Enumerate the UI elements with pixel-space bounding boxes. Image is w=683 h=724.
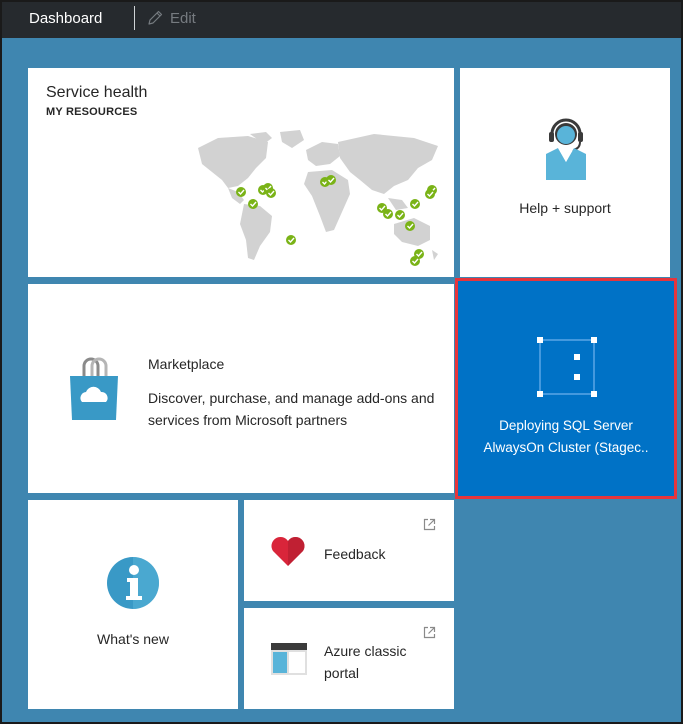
whats-new-label: What's new — [97, 631, 169, 647]
portal-window-icon — [271, 643, 307, 675]
service-health-title: Service health — [46, 84, 148, 101]
deployment-tile[interactable]: Deploying SQL Server AlwaysOn Cluster (S… — [455, 278, 677, 499]
service-health-tile[interactable]: Service health MY RESOURCES — [28, 68, 454, 277]
dashboard-title: Dashboard — [29, 10, 103, 27]
edit-button[interactable]: Edit — [146, 6, 196, 30]
deployment-label-line2: AlwaysOn Cluster (Stagec.. — [483, 440, 649, 455]
check-circle-icon — [405, 221, 415, 231]
help-support-label: Help + support — [519, 200, 611, 216]
external-link-icon — [423, 518, 436, 531]
check-circle-icon — [326, 175, 336, 185]
check-circle-icon — [248, 199, 258, 209]
classic-portal-label-line2: portal — [324, 665, 360, 681]
deployment-progress-icon — [537, 337, 597, 397]
support-agent-icon — [546, 118, 586, 180]
marketplace-title: Marketplace — [148, 356, 225, 372]
whats-new-tile[interactable]: What's new — [28, 500, 238, 709]
check-circle-icon — [236, 187, 246, 197]
feedback-label: Feedback — [324, 546, 386, 562]
edit-label: Edit — [170, 9, 196, 27]
check-circle-icon — [383, 209, 393, 219]
external-link-icon — [423, 626, 436, 639]
shopping-bag-cloud-icon — [70, 357, 118, 420]
dashboard-frame: Dashboard Edit Service health MY RESOURC… — [0, 0, 683, 724]
info-icon — [107, 557, 159, 609]
check-circle-icon — [395, 210, 405, 220]
classic-portal-tile[interactable]: Azure classic portal — [244, 608, 454, 709]
classic-portal-label-line1: Azure classic — [324, 643, 407, 659]
check-circle-icon — [410, 256, 420, 266]
marketplace-tile[interactable]: Marketplace Discover, purchase, and mana… — [28, 284, 454, 493]
check-circle-icon — [410, 199, 420, 209]
topbar-divider — [134, 6, 135, 30]
top-bar: Dashboard Edit — [2, 2, 681, 38]
heart-icon — [271, 536, 305, 566]
classic-portal-label: Azure classic portal — [324, 640, 434, 684]
deployment-label-line1: Deploying SQL Server — [499, 418, 633, 433]
feedback-tile[interactable]: Feedback — [244, 500, 454, 601]
check-circle-icon — [286, 235, 296, 245]
help-support-tile[interactable]: Help + support — [460, 68, 670, 277]
marketplace-description: Discover, purchase, and manage add-ons a… — [148, 390, 435, 428]
deployment-label: Deploying SQL Server AlwaysOn Cluster (S… — [458, 415, 674, 459]
check-circle-icon — [266, 188, 276, 198]
check-circle-icon — [425, 189, 435, 199]
world-map — [198, 130, 438, 266]
service-health-subtitle: MY RESOURCES — [46, 106, 138, 118]
pencil-icon — [148, 10, 163, 25]
